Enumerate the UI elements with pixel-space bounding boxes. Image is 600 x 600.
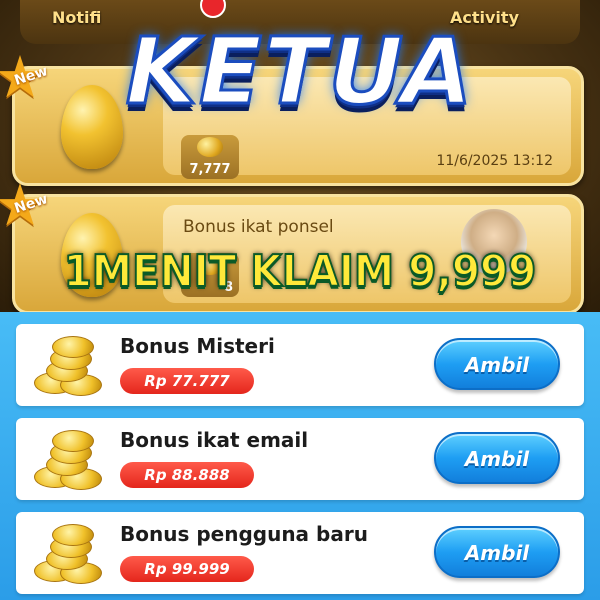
headline-title: KETUA [124, 17, 475, 127]
bonus-title: Bonus ikat email [120, 428, 309, 452]
claim-button[interactable]: Ambil [434, 526, 560, 578]
bonus-panel: Bonus Misteri Rp 77.777 Ambil Bonus ikat… [0, 312, 600, 600]
notification-title: Bonus ikat ponsel [183, 217, 334, 237]
coin-stack-icon [30, 336, 108, 396]
coin-stack-icon [30, 524, 108, 584]
bonus-amount: Rp 77.777 [120, 368, 254, 394]
headline-subtitle: 1MENIT KLAIM 9,999 [63, 245, 538, 298]
reward-value: 7,777 [189, 162, 231, 177]
bonus-amount: Rp 99.999 [120, 556, 254, 582]
bonus-title: Bonus Misteri [120, 334, 275, 358]
notification-panel: Notifi Activity 7,777 11/6/2025 13:12 ★ … [0, 0, 600, 318]
bonus-row: Bonus Misteri Rp 77.777 Ambil [16, 324, 584, 406]
reward-box: 7,777 [181, 135, 239, 179]
coin-icon [197, 137, 223, 157]
bonus-title: Bonus pengguna baru [120, 522, 368, 546]
coin-stack-icon [30, 430, 108, 490]
bonus-row: Bonus ikat email Rp 88.888 Ambil [16, 418, 584, 500]
unread-badge [200, 0, 226, 18]
notification-time: 11/6/2025 13:12 [436, 153, 553, 169]
bonus-row: Bonus pengguna baru Rp 99.999 Ambil [16, 512, 584, 594]
bonus-amount: Rp 88.888 [120, 462, 254, 488]
claim-button[interactable]: Ambil [434, 432, 560, 484]
claim-button[interactable]: Ambil [434, 338, 560, 390]
